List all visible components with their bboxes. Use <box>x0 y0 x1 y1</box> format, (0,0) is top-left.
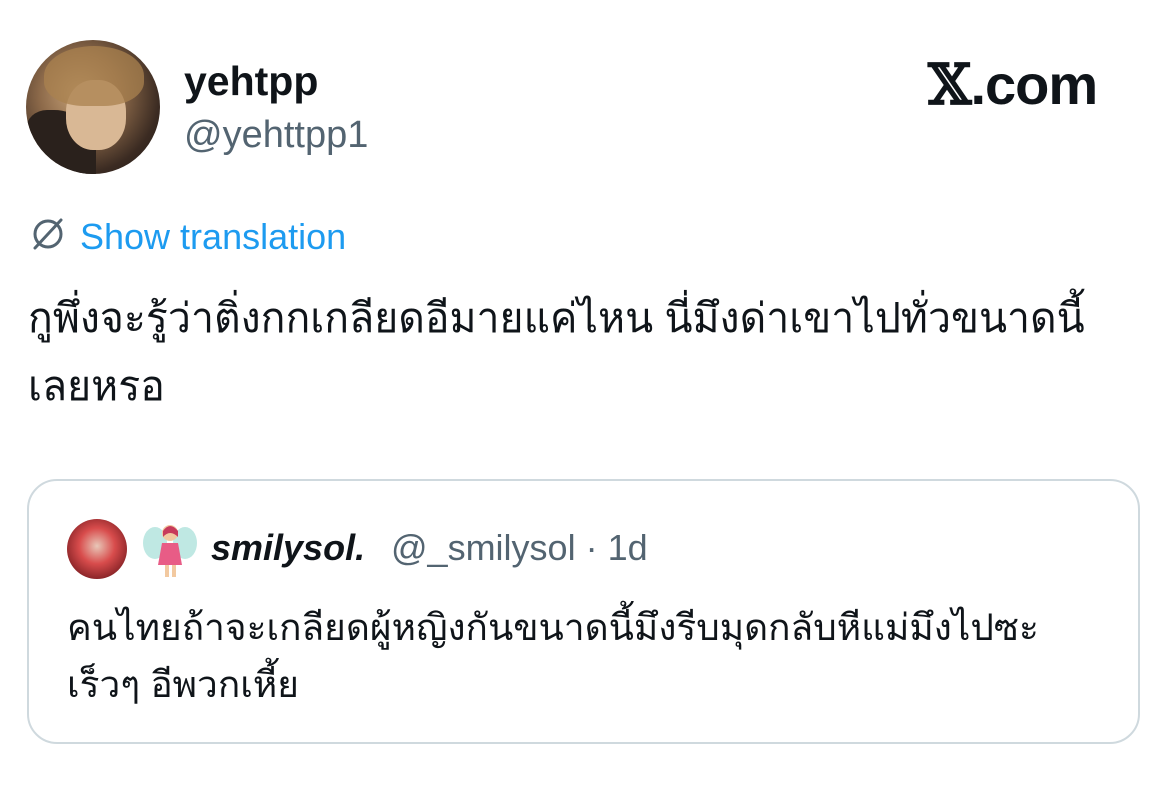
tweet-text: กูพึ่งจะรู้ว่าติ่งกกเกลียดอีมายแค่ไหน นี… <box>28 295 1085 409</box>
show-translation-link[interactable]: Show translation <box>80 216 346 258</box>
quoted-handle[interactable]: @_smilysol <box>391 527 576 568</box>
avatar-hair <box>44 46 144 106</box>
quoted-display-name[interactable]: smilysol. <box>211 527 365 569</box>
translate-globe-icon <box>28 214 68 259</box>
meta-separator: · <box>585 527 598 568</box>
author-avatar[interactable] <box>26 40 160 174</box>
fairy-icon <box>143 525 197 577</box>
author-display-name[interactable]: yehtpp <box>184 58 318 105</box>
quoted-tweet-card[interactable]: smilysol. @_smilysol · 1d คนไทยถ้าจะเกลี… <box>27 479 1140 744</box>
author-handle[interactable]: @yehttpp1 <box>184 114 368 157</box>
brand-suffix: .com <box>970 53 1098 116</box>
x-logo-icon: 𝕏 <box>928 52 971 118</box>
x-com-logo: 𝕏.com <box>928 52 1098 118</box>
quoted-meta: @_smilysol · 1d <box>391 527 648 569</box>
show-translation-row[interactable]: Show translation <box>28 214 346 259</box>
quoted-tweet-text: คนไทยถ้าจะเกลียดผู้หญิงกันขนาดนี้มึงรีบม… <box>67 607 1039 705</box>
quoted-author-avatar[interactable] <box>67 519 127 579</box>
quoted-timestamp[interactable]: 1d <box>608 527 648 568</box>
